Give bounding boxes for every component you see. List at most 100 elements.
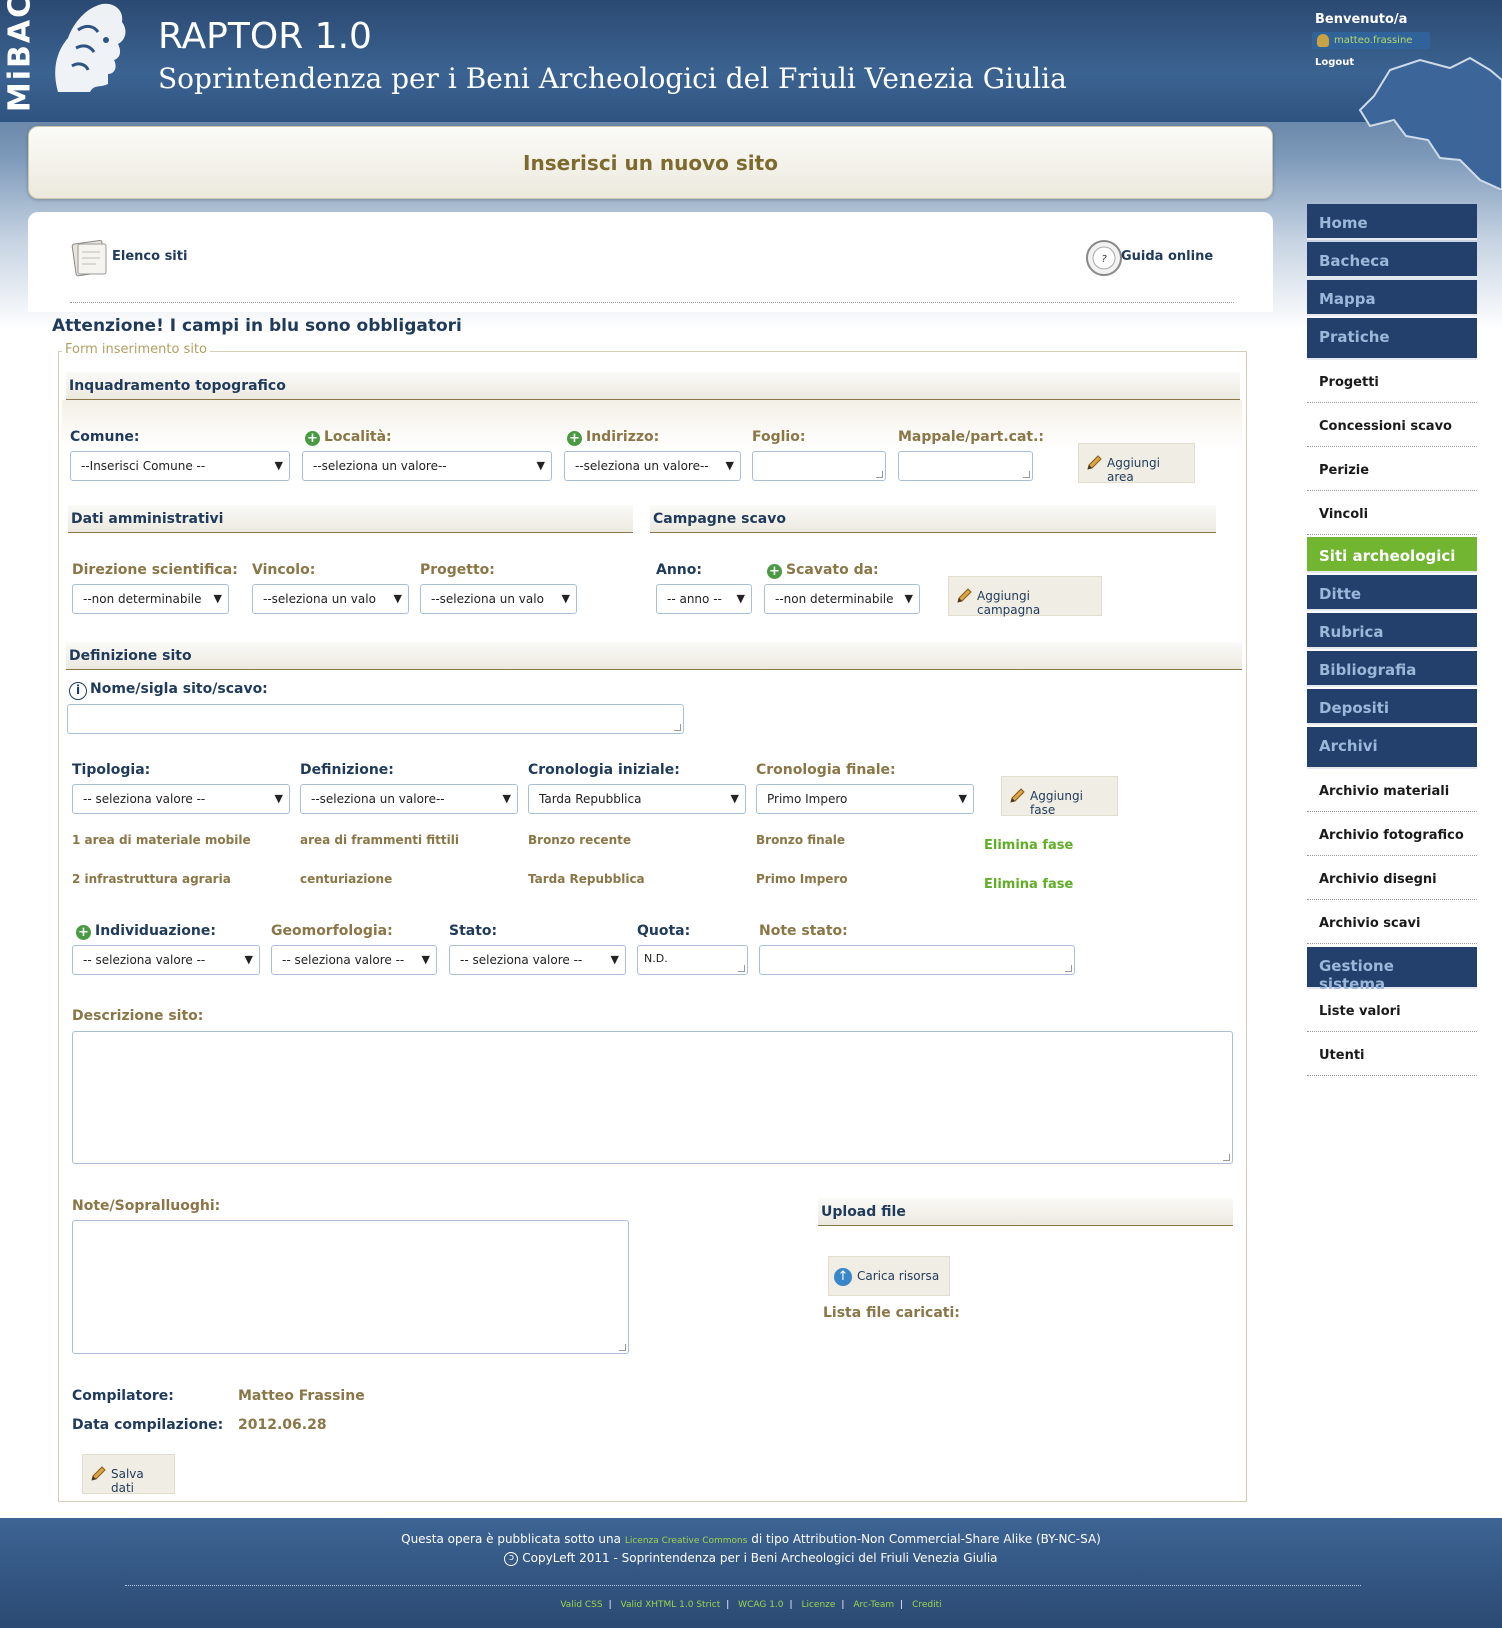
footer-divider [125, 1585, 1361, 1586]
nav-home[interactable]: Home [1307, 204, 1477, 240]
help-guide-icon[interactable]: ? [1084, 238, 1124, 278]
chevron-down-icon: ▼ [730, 792, 739, 805]
anno-select[interactable]: -- anno -- ▼ [656, 584, 752, 614]
classical-head-logo [38, 0, 134, 100]
nav-liste-valori[interactable]: Liste valori [1307, 990, 1477, 1032]
stato-select[interactable]: -- seleziona valore -- ▼ [449, 945, 626, 975]
add-localita-icon[interactable]: + [305, 431, 320, 446]
nav-archivio-materiali[interactable]: Archivio materiali [1307, 770, 1477, 812]
nav-ditte[interactable]: Ditte [1307, 575, 1477, 611]
nav-rubrica[interactable]: Rubrica [1307, 613, 1477, 649]
vincolo-select[interactable]: --seleziona un valo ▼ [252, 584, 409, 614]
info-icon[interactable]: i [69, 682, 87, 700]
nav-progetti[interactable]: Progetti [1307, 361, 1477, 403]
elenco-siti-link[interactable]: Elenco siti [112, 249, 187, 264]
nav-archivi[interactable]: Archivi [1307, 727, 1477, 769]
nav-mappa[interactable]: Mappa [1307, 280, 1477, 316]
chevron-down-icon: ▼ [725, 459, 734, 472]
definizione-select[interactable]: --seleziona un valore-- ▼ [300, 784, 518, 814]
quota-field[interactable]: N.D. [637, 945, 748, 975]
arc-team-link[interactable]: Arc-Team [853, 1600, 894, 1610]
pencil-icon [1087, 455, 1102, 470]
note-sopralluoghi-field[interactable] [72, 1220, 629, 1354]
indirizzo-label: Indirizzo: [586, 429, 660, 445]
pencil-icon [1010, 788, 1025, 803]
nav-pratiche[interactable]: Pratiche [1307, 318, 1477, 360]
comune-select[interactable]: --Inserisci Comune -- ▼ [70, 451, 290, 481]
logout-link[interactable]: Logout [1315, 57, 1354, 68]
aggiungi-area-button[interactable]: Aggiungi area [1078, 443, 1195, 484]
localita-select[interactable]: --seleziona un valore-- ▼ [302, 451, 552, 481]
foglio-label: Foglio: [752, 429, 806, 445]
individuazione-label: Individuazione: [95, 923, 216, 939]
indirizzo-select[interactable]: --seleziona un valore-- ▼ [564, 451, 741, 481]
cronologia-iniziale-select[interactable]: Tarda Repubblica ▼ [528, 784, 746, 814]
chevron-down-icon: ▼ [274, 459, 283, 472]
progetto-select[interactable]: --seleziona un valo ▼ [420, 584, 577, 614]
wcag-link[interactable]: WCAG 1.0 [738, 1600, 783, 1610]
quota-label: Quota: [637, 923, 691, 939]
chevron-down-icon: ▼ [904, 592, 913, 605]
nav-archivio-disegni[interactable]: Archivio disegni [1307, 858, 1477, 900]
nav-siti-archeologici[interactable]: Siti archeologici [1307, 537, 1477, 573]
copyleft-icon: ↄ [504, 1551, 519, 1566]
chevron-down-icon: ▼ [213, 592, 222, 605]
nav-depositi[interactable]: Depositi [1307, 689, 1477, 725]
crediti-link[interactable]: Crediti [912, 1600, 942, 1610]
direzione-select[interactable]: --non determinabile ▼ [72, 584, 229, 614]
nav-utenti[interactable]: Utenti [1307, 1034, 1477, 1076]
add-indirizzo-icon[interactable]: + [567, 431, 582, 446]
aggiungi-fase-button[interactable]: Aggiungi fase [1001, 776, 1118, 817]
individuazione-select[interactable]: -- seleziona valore -- ▼ [72, 945, 260, 975]
guida-online-link[interactable]: Guida online [1121, 249, 1213, 264]
scavato-select[interactable]: --non determinabile ▼ [764, 584, 920, 614]
copyleft-text: ↄ CopyLeft 2011 - Soprintendenza per i B… [0, 1551, 1502, 1566]
fase-cron-finale: Primo Impero [756, 872, 848, 886]
chevron-down-icon: ▼ [736, 592, 745, 605]
elimina-fase-link[interactable]: Elimina fase [984, 877, 1073, 892]
note-stato-field[interactable] [759, 945, 1075, 975]
licenze-link[interactable]: Licenze [801, 1600, 835, 1610]
nome-sito-field[interactable] [67, 704, 684, 734]
mappale-field[interactable] [898, 451, 1033, 481]
nav-archivio-fotografico[interactable]: Archivio fotografico [1307, 814, 1477, 856]
user-badge[interactable]: matteo.frassine [1312, 32, 1430, 49]
upload-arrow-icon: ↑ [834, 1268, 852, 1286]
foglio-field[interactable] [752, 451, 886, 481]
geomorfologia-select[interactable]: -- seleziona valore -- ▼ [271, 945, 437, 975]
add-individuazione-icon[interactable]: + [76, 925, 91, 940]
footer-links: Valid CSS | Valid XHTML 1.0 Strict | WCAG … [560, 1600, 942, 1610]
nav-concessioni-scavo[interactable]: Concessioni scavo [1307, 405, 1477, 447]
document-list-icon[interactable] [70, 236, 112, 278]
descrizione-field[interactable] [72, 1031, 1233, 1164]
valid-css-link[interactable]: Valid CSS [560, 1600, 602, 1610]
fase-tipologia: 2 infrastruttura agraria [72, 872, 231, 886]
carica-risorsa-button[interactable]: ↑ Carica risorsa [828, 1256, 950, 1296]
chevron-down-icon: ▼ [274, 792, 283, 805]
nav-bacheca[interactable]: Bacheca [1307, 242, 1477, 278]
cronologia-finale-select[interactable]: Primo Impero ▼ [756, 784, 974, 814]
chevron-down-icon: ▼ [958, 792, 967, 805]
creative-commons-link[interactable]: Licenza Creative Commons [625, 1536, 748, 1546]
aggiungi-campagna-button[interactable]: Aggiungi campagna [948, 576, 1102, 617]
nav-gestione-sistema[interactable]: Gestione sistema [1307, 947, 1477, 993]
note-stato-label: Note stato: [759, 923, 848, 939]
add-scavatore-icon[interactable]: + [767, 564, 782, 579]
localita-label: Località: [324, 429, 392, 445]
vincolo-label: Vincolo: [252, 562, 316, 578]
tipologia-select[interactable]: -- seleziona valore -- ▼ [72, 784, 290, 814]
elimina-fase-link[interactable]: Elimina fase [984, 838, 1073, 853]
valid-xhtml-link[interactable]: Valid XHTML 1.0 Strict [621, 1600, 721, 1610]
nav-vincoli[interactable]: Vincoli [1307, 493, 1477, 535]
section-amministrativi: Dati amministrativi [68, 505, 633, 533]
nav-bibliografia[interactable]: Bibliografia [1307, 651, 1477, 687]
fase-definizione: centuriazione [300, 872, 393, 886]
svg-text:?: ? [1101, 254, 1107, 265]
cronologia-finale-label: Cronologia finale: [756, 762, 896, 778]
tipologia-label: Tipologia: [72, 762, 151, 778]
app-title: RAPTOR 1.0 [158, 16, 372, 57]
chevron-down-icon: ▼ [561, 592, 570, 605]
nav-archivio-scavi[interactable]: Archivio scavi [1307, 902, 1477, 944]
nav-perizie[interactable]: Perizie [1307, 449, 1477, 491]
salva-dati-button[interactable]: Salva dati [82, 1454, 175, 1495]
